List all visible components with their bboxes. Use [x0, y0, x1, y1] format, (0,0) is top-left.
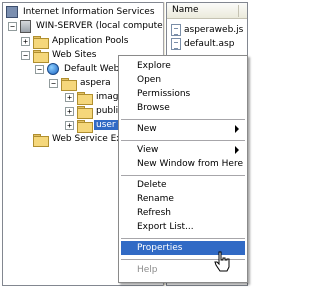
folder-icon [33, 35, 49, 49]
menu-item-refresh[interactable]: Refresh [121, 206, 245, 220]
file-icon [171, 24, 181, 36]
tree-item-label: Web Sites [52, 50, 97, 60]
tree-item-label: user [94, 120, 118, 130]
menu-item-view[interactable]: View [121, 143, 245, 157]
tree-item-label: WIN-SERVER (local computer) [36, 21, 170, 31]
menu-item-delete[interactable]: Delete [121, 178, 245, 192]
tree-item-label: aspera [80, 78, 111, 88]
folder-icon [77, 91, 93, 105]
context-menu[interactable]: Explore Open Permissions Browse New View… [118, 55, 248, 283]
submenu-arrow-icon [235, 146, 239, 154]
menu-item-browse[interactable]: Browse [121, 101, 245, 115]
globe-icon [47, 63, 59, 75]
menu-item-rename[interactable]: Rename [121, 192, 245, 206]
tree-item-label: Default Web [64, 64, 120, 74]
list-item[interactable]: default.asp [171, 37, 234, 51]
expand-icon[interactable]: + [21, 36, 30, 46]
menu-item-new[interactable]: New [121, 122, 245, 136]
menu-item-new-window[interactable]: New Window from Here [121, 157, 245, 171]
folder-icon [33, 133, 49, 147]
folder-icon [61, 77, 77, 91]
collapse-icon[interactable]: − [8, 21, 17, 31]
column-header-name[interactable]: Name [167, 3, 247, 19]
menu-item-permissions[interactable]: Permissions [121, 87, 245, 101]
tree-item-user[interactable]: + user [65, 118, 118, 133]
menu-separator [121, 119, 245, 120]
menu-separator [121, 175, 245, 176]
expand-icon[interactable]: + [65, 106, 74, 116]
menu-item-explore[interactable]: Explore [121, 59, 245, 73]
tree-item-server[interactable]: − WIN-SERVER (local computer) [8, 19, 172, 33]
folder-icon [77, 119, 93, 133]
tree-item-aspera[interactable]: − aspera [49, 76, 113, 91]
tree-item-public[interactable]: + public [65, 104, 125, 119]
tree-item-app-pools[interactable]: + Application Pools [21, 34, 130, 49]
menu-item-label: New [137, 124, 157, 134]
column-divider[interactable] [238, 5, 239, 17]
tree-item-label: Internet Information Services [23, 7, 155, 17]
file-icon [171, 38, 181, 50]
tree-item-web-sites[interactable]: − Web Sites [21, 48, 98, 63]
tree-item-label: Application Pools [52, 36, 129, 46]
menu-item-open[interactable]: Open [121, 73, 245, 87]
list-item-label: default.asp [184, 39, 235, 49]
menu-separator [121, 140, 245, 141]
collapse-icon[interactable]: − [49, 78, 58, 88]
list-item-label: asperaweb.js [184, 25, 244, 35]
menu-item-label: View [137, 145, 159, 155]
column-header-label: Name [172, 5, 199, 15]
hand-cursor-icon [214, 251, 230, 272]
menu-separator [121, 238, 245, 239]
iis-icon [6, 6, 18, 18]
tree-item-iis[interactable]: Internet Information Services [6, 5, 157, 19]
submenu-arrow-icon [235, 125, 239, 133]
collapse-icon[interactable]: − [21, 50, 30, 60]
folder-icon [77, 105, 93, 119]
tree-item-default-web[interactable]: − Default Web [35, 62, 121, 76]
expand-icon[interactable]: + [65, 120, 74, 130]
tree-item-web-service-extensions[interactable]: Web Service Exte [21, 132, 133, 147]
collapse-icon[interactable]: − [35, 64, 44, 74]
folder-icon [33, 49, 49, 63]
expand-icon[interactable]: + [65, 92, 74, 102]
list-item[interactable]: asperaweb.js [171, 23, 243, 37]
menu-item-export-list[interactable]: Export List... [121, 220, 245, 234]
server-icon [20, 19, 31, 33]
tree-item-images[interactable]: + image [65, 90, 126, 105]
